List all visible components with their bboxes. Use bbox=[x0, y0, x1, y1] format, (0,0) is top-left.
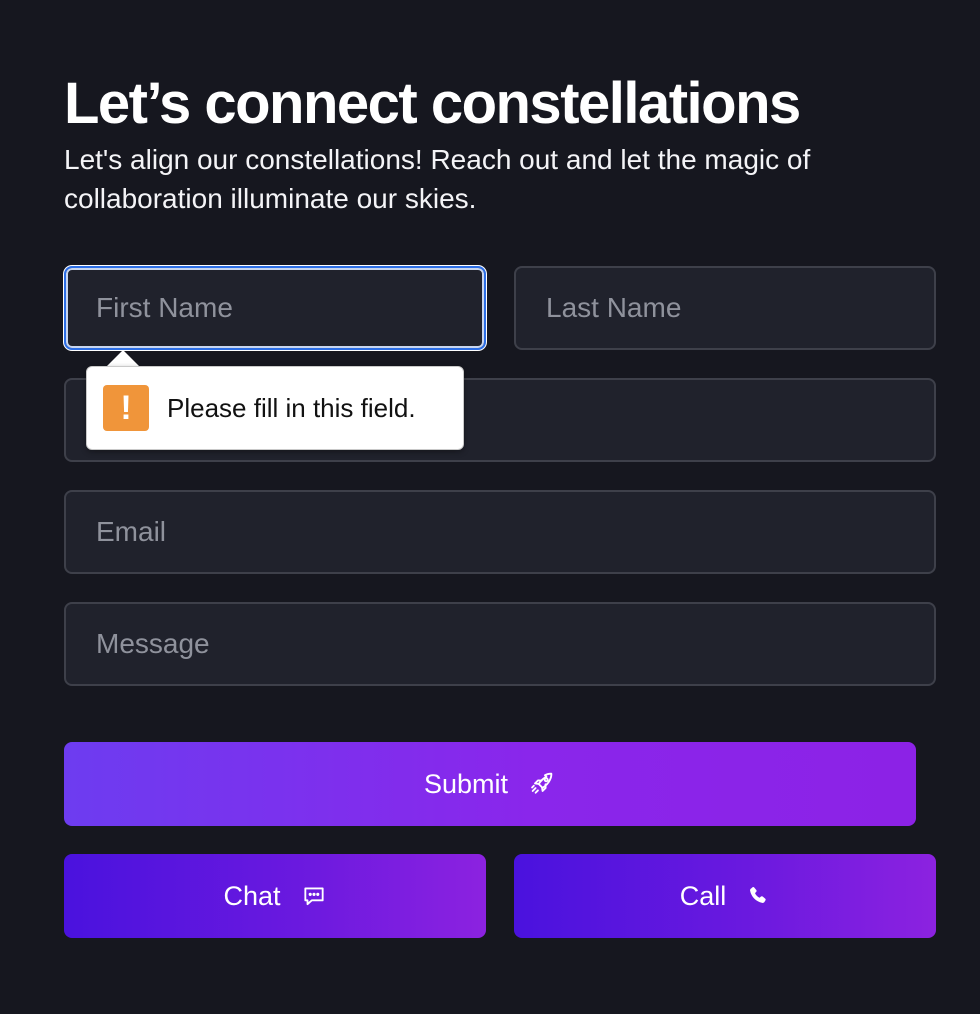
page-title: Let’s connect constellations bbox=[64, 71, 801, 136]
validation-message: Please fill in this field. bbox=[167, 392, 416, 423]
call-button[interactable]: Call bbox=[514, 854, 936, 938]
email-placeholder: Email bbox=[96, 516, 167, 547]
chat-button[interactable]: Chat bbox=[64, 854, 486, 938]
phone-icon bbox=[746, 884, 770, 908]
chat-label: Chat bbox=[223, 880, 281, 911]
call-label: Call bbox=[679, 880, 727, 911]
message-placeholder: Message bbox=[96, 628, 210, 659]
warning-icon: ! bbox=[103, 385, 149, 431]
email-input[interactable]: Email bbox=[64, 490, 936, 574]
validation-tooltip: ! Please fill in this field. bbox=[86, 366, 464, 450]
last-name-input[interactable]: Last Name bbox=[514, 266, 936, 350]
submit-button[interactable]: Submit bbox=[64, 742, 916, 826]
message-input[interactable]: Message bbox=[64, 602, 936, 686]
chat-bubble-icon bbox=[301, 883, 327, 909]
contact-page: Let’s connect constellations Let's align… bbox=[0, 0, 980, 1014]
page-subtitle: Let's align our constellations! Reach ou… bbox=[64, 144, 811, 214]
rocket-icon bbox=[528, 770, 556, 798]
submit-label: Submit bbox=[423, 768, 509, 799]
validation-tooltip-arrow bbox=[106, 350, 140, 367]
first-name-input[interactable]: First Name bbox=[64, 266, 486, 350]
first-name-placeholder: First Name bbox=[96, 292, 233, 323]
last-name-placeholder: Last Name bbox=[546, 292, 682, 323]
